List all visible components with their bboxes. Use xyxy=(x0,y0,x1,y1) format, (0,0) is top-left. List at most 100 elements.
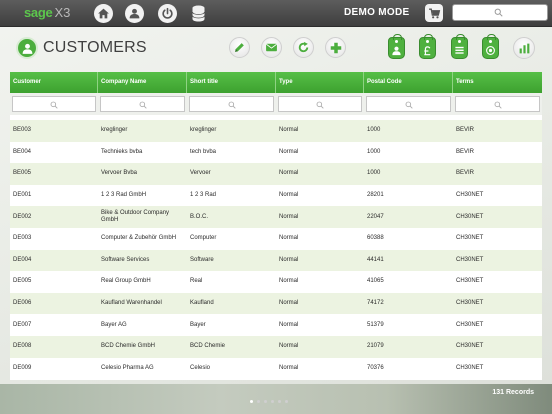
filter-input-short-title[interactable] xyxy=(189,96,274,112)
cell-postal-code: 41065 xyxy=(367,278,384,285)
email-icon xyxy=(266,43,277,52)
cell-company-name: Computer & Zubehör GmbH xyxy=(101,235,177,242)
database-icon[interactable] xyxy=(192,5,205,22)
table-row[interactable]: DE008 BCD Chemie GmbH BCD Chemie Normal … xyxy=(10,336,542,358)
cell-postal-code: 1000 xyxy=(367,127,381,134)
page-dot[interactable] xyxy=(271,400,274,403)
table-row[interactable]: BE005 Vervoer Bvba Vervoer Normal 1000 B… xyxy=(10,163,542,185)
customers-page-icon xyxy=(16,37,38,59)
cell-type: Normal xyxy=(279,256,299,263)
cell-postal-code: 22047 xyxy=(367,213,384,220)
cell-type: Normal xyxy=(279,343,299,350)
cell-type: Normal xyxy=(279,192,299,199)
contact-tag-icon xyxy=(486,46,495,55)
cell-postal-code: 60388 xyxy=(367,235,384,242)
page-dot[interactable] xyxy=(257,400,260,403)
list-tag-icon xyxy=(455,46,464,54)
cell-customer: BE005 xyxy=(13,170,32,177)
cell-short-title: BCD Chemie xyxy=(190,343,226,350)
global-search-input[interactable] xyxy=(452,4,548,21)
cell-type: Normal xyxy=(279,127,299,134)
brand-suffix: X3 xyxy=(54,5,71,20)
table-row[interactable]: DE007 Bayer AG Bayer Normal 51379 CH30NE… xyxy=(10,314,542,336)
column-header-terms[interactable]: Terms xyxy=(453,72,542,93)
filter-input-type[interactable] xyxy=(278,96,362,112)
customers-table: Customer Company Name Short title Type P… xyxy=(10,72,542,380)
cell-customer: DE003 xyxy=(13,235,32,242)
table-row[interactable]: BE003 kreglinger kreglinger Normal 1000 … xyxy=(10,120,542,142)
cell-customer: DE008 xyxy=(13,343,32,350)
cell-short-title: Kaufland xyxy=(190,300,214,307)
cell-company-name: Bike & Outdoor Company GmbH xyxy=(101,210,170,224)
page-dot[interactable] xyxy=(278,400,281,403)
cell-postal-code: 21079 xyxy=(367,343,384,350)
add-button[interactable] xyxy=(325,37,346,58)
table-row[interactable]: DE003 Computer & Zubehör GmbH Computer N… xyxy=(10,228,542,250)
table-row[interactable]: DE009 Celesio Pharma AG Celesio Normal 7… xyxy=(10,358,542,380)
cell-short-title: Real xyxy=(190,278,203,285)
cell-terms: CH30NET xyxy=(456,213,484,220)
cell-short-title: kreglinger xyxy=(190,127,217,134)
cart-button[interactable] xyxy=(425,4,443,22)
power-icon xyxy=(162,7,173,19)
cell-postal-code: 28201 xyxy=(367,192,384,199)
column-header-short-title[interactable]: Short title xyxy=(187,72,276,93)
chart-icon xyxy=(519,43,529,53)
filter-input-terms[interactable] xyxy=(455,96,540,112)
cell-terms: CH30NET xyxy=(456,192,484,199)
cell-customer: DE009 xyxy=(13,364,32,371)
cell-postal-code: 44141 xyxy=(367,256,384,263)
profile-button[interactable] xyxy=(125,4,144,23)
cell-terms: CH30NET xyxy=(456,256,484,263)
cell-short-title: Bayer xyxy=(190,321,206,328)
user-icon xyxy=(129,8,140,19)
cell-short-title: Celesio xyxy=(190,364,211,371)
cell-terms: CH30NET xyxy=(456,300,484,307)
table-row[interactable]: DE005 Real Group GmbH Real Normal 41065 … xyxy=(10,271,542,293)
search-icon xyxy=(139,101,147,109)
cell-type: Normal xyxy=(279,235,299,242)
cell-terms: CH30NET xyxy=(456,278,484,285)
page-dot[interactable] xyxy=(264,400,267,403)
table-row[interactable]: DE001 1 2 3 Rad GmbH 1 2 3 Rad Normal 28… xyxy=(10,185,542,207)
cell-terms: CH30NET xyxy=(456,364,484,371)
contacts-tag-button[interactable] xyxy=(388,34,405,59)
documents-tag-button[interactable] xyxy=(451,34,468,59)
filter-input-customer[interactable] xyxy=(12,96,96,112)
refresh-button[interactable] xyxy=(293,37,314,58)
record-count: 131 Records xyxy=(492,389,534,396)
table-row[interactable]: DE004 Software Services Software Normal … xyxy=(10,249,542,272)
filter-input-company-name[interactable] xyxy=(100,96,185,112)
cart-icon xyxy=(428,8,440,18)
table-row[interactable]: BE004 Technieks bvba tech bvba Normal 10… xyxy=(10,142,542,164)
cell-short-title: 1 2 3 Rad xyxy=(190,192,217,199)
page-dot[interactable] xyxy=(250,400,253,403)
search-icon xyxy=(494,8,503,17)
power-button[interactable] xyxy=(158,4,177,23)
home-icon xyxy=(98,8,109,19)
search-icon xyxy=(228,101,236,109)
column-header-customer[interactable]: Customer xyxy=(10,72,98,93)
edit-button[interactable] xyxy=(229,37,250,58)
cell-postal-code: 51379 xyxy=(367,321,384,328)
column-header-company-name[interactable]: Company Name xyxy=(98,72,187,93)
cell-customer: DE006 xyxy=(13,300,32,307)
home-button[interactable] xyxy=(94,4,113,23)
email-button[interactable] xyxy=(261,37,282,58)
refresh-icon xyxy=(298,41,309,53)
filter-input-postal-code[interactable] xyxy=(366,96,451,112)
search-icon xyxy=(316,101,324,109)
cell-type: Normal xyxy=(279,148,299,155)
customers-icon xyxy=(22,43,32,54)
page-dot[interactable] xyxy=(285,400,288,403)
column-header-type[interactable]: Type xyxy=(276,72,364,93)
cell-terms: CH30NET xyxy=(456,343,484,350)
cell-company-name: Software Services xyxy=(101,256,150,263)
brand-name: sage xyxy=(24,5,53,20)
chart-button[interactable] xyxy=(513,37,535,59)
table-row[interactable]: DE002 Bike & Outdoor Company GmbH B.O.C.… xyxy=(10,206,542,228)
table-row[interactable]: DE006 Kaufland Warenhandel Kaufland Norm… xyxy=(10,292,542,315)
finance-tag-button[interactable] xyxy=(419,34,436,59)
column-header-postal-code[interactable]: Postal Code xyxy=(364,72,453,93)
address-tag-button[interactable] xyxy=(482,34,499,59)
